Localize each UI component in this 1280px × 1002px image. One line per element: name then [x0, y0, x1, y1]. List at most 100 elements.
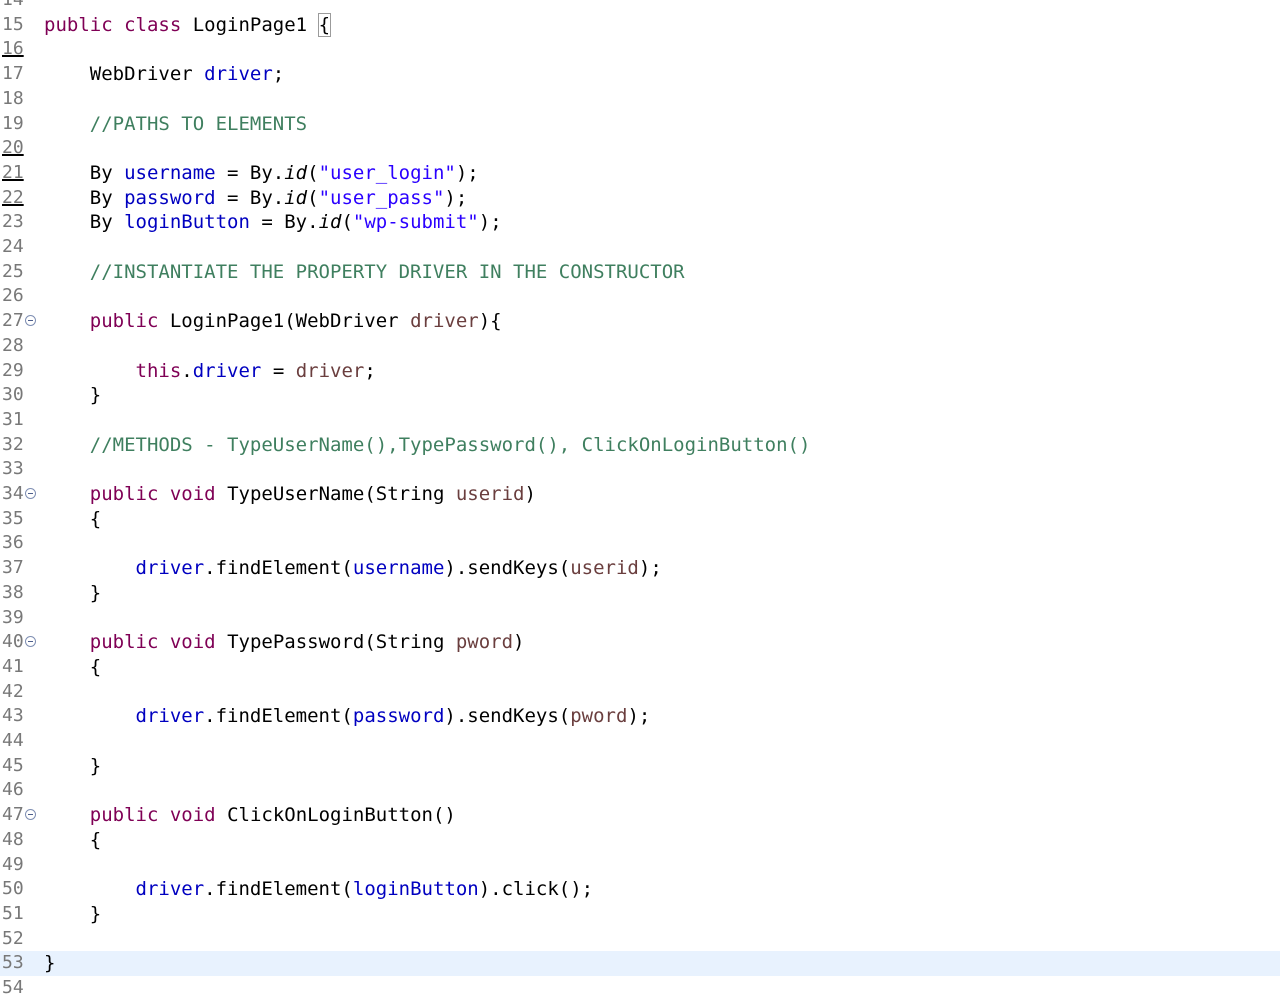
code-text: ){: [478, 310, 502, 333]
code-text: By password = By.id("user_pass");: [44, 186, 468, 211]
code-line[interactable]: 24: [0, 235, 1280, 260]
line-number: 15: [2, 13, 24, 35]
code-text: .findElement(: [204, 557, 353, 580]
code-text: {: [44, 655, 102, 678]
code-line[interactable]: 14: [0, 0, 1280, 13]
line-number: 32: [2, 433, 24, 455]
line-number: 24: [2, 236, 24, 257]
line-number: 21: [2, 161, 24, 183]
code-line[interactable]: 39: [0, 606, 1280, 631]
code-line[interactable]: 32 //METHODS - TypeUserName(),TypePasswo…: [0, 433, 1280, 458]
line-number: 40: [2, 631, 24, 653]
line-number: 22: [2, 186, 24, 208]
line-number: 37: [2, 557, 24, 579]
code-text: (: [341, 211, 353, 234]
code-line[interactable]: 38 }: [0, 581, 1280, 606]
line-number: 29: [2, 359, 24, 381]
code-line[interactable]: 20: [0, 136, 1280, 161]
collapse-fold-icon[interactable]: [25, 636, 36, 648]
code-line[interactable]: 37 driver.findElement(username).sendKeys…: [0, 556, 1280, 581]
code-line[interactable]: 42: [0, 680, 1280, 705]
code-text: public class LoginPage1 {: [44, 12, 332, 38]
code-text: = By.: [215, 161, 285, 184]
code-line[interactable]: 31: [0, 408, 1280, 433]
code-line[interactable]: 52: [0, 927, 1280, 952]
code-line[interactable]: 19 //PATHS TO ELEMENTS: [0, 112, 1280, 137]
code-text: driver.findElement(username).sendKeys(us…: [44, 556, 662, 581]
code-line[interactable]: 33: [0, 457, 1280, 482]
code-text: LoginPage1(WebDriver: [158, 310, 411, 333]
code-line[interactable]: 46: [0, 778, 1280, 803]
code-line[interactable]: 44: [0, 729, 1280, 754]
code-text: );: [638, 557, 662, 580]
code-line[interactable]: 25 //INSTANTIATE THE PROPERTY DRIVER IN …: [0, 260, 1280, 285]
collapse-fold-icon[interactable]: [25, 809, 36, 821]
line-number: 30: [2, 384, 24, 406]
line-number: 27: [2, 310, 24, 332]
code-text: );: [444, 186, 468, 209]
code-line[interactable]: 43 driver.findElement(password).sendKeys…: [0, 704, 1280, 729]
line-number: 35: [2, 507, 24, 529]
code-line[interactable]: 23 By loginButton = By.id("wp-submit");: [0, 210, 1280, 235]
code-line[interactable]: 27 public LoginPage1(WebDriver driver){: [0, 309, 1280, 334]
field-ref: username: [352, 557, 445, 580]
code-text: = By.: [215, 186, 285, 209]
comment: //PATHS TO ELEMENTS: [89, 112, 308, 135]
code-text: ClickOnLoginButton(): [215, 804, 456, 827]
code-text: (: [307, 186, 319, 209]
code-line[interactable]: 47 public void ClickOnLoginButton(): [0, 803, 1280, 828]
code-line[interactable]: 53}: [0, 951, 1280, 976]
keyword: public: [89, 631, 159, 654]
code-line[interactable]: 50 driver.findElement(loginButton).click…: [0, 877, 1280, 902]
code-text: By: [44, 211, 125, 234]
code-text: ): [524, 483, 536, 505]
code-line[interactable]: 45 }: [0, 754, 1280, 779]
field-ref: username: [124, 161, 216, 184]
line-number: 54: [2, 977, 24, 998]
code-line[interactable]: 48 {: [0, 828, 1280, 853]
line-number: 45: [2, 754, 24, 776]
keyword: void: [169, 804, 216, 827]
line-number: 18: [2, 87, 24, 109]
code-line[interactable]: 29 this.driver = driver;: [0, 359, 1280, 384]
comment: //INSTANTIATE THE PROPERTY DRIVER IN THE…: [89, 260, 685, 283]
line-number: 33: [2, 458, 24, 480]
string-literal: "user_login": [318, 161, 456, 184]
code-text: ;: [272, 63, 285, 86]
code-line[interactable]: 18: [0, 87, 1280, 112]
code-line[interactable]: 40 public void TypePassword(String pword…: [0, 630, 1280, 655]
keyword: this: [135, 359, 182, 382]
code-text: .findElement(: [204, 878, 353, 901]
code-line[interactable]: 28: [0, 334, 1280, 359]
code-line[interactable]: 54: [0, 976, 1280, 1001]
code-text: WebDriver: [44, 63, 205, 86]
code-line[interactable]: 34 public void TypeUserName(String useri…: [0, 482, 1280, 507]
code-line[interactable]: 36: [0, 531, 1280, 556]
parameter-ref: userid: [455, 483, 525, 505]
code-line[interactable]: 16: [0, 37, 1280, 62]
line-number: 49: [2, 853, 24, 875]
line-number: 46: [2, 779, 24, 801]
code-line[interactable]: 15 public class LoginPage1 {: [0, 12, 1280, 38]
code-line[interactable]: 17 WebDriver driver;: [0, 62, 1280, 87]
parameter-ref: driver: [410, 310, 479, 333]
code-line[interactable]: 30 }: [0, 383, 1280, 408]
code-line[interactable]: 26: [0, 284, 1280, 309]
code-line[interactable]: 41 {: [0, 655, 1280, 680]
line-number: 48: [2, 828, 24, 850]
code-line[interactable]: 35 {: [0, 507, 1280, 532]
code-line[interactable]: 22 By password = By.id("user_pass");: [0, 186, 1280, 211]
code-line[interactable]: 21 By username = By.id("user_login");: [0, 161, 1280, 186]
code-line[interactable]: 49: [0, 853, 1280, 878]
code-text: TypeUserName(String: [215, 483, 456, 505]
code-line[interactable]: 51 }: [0, 902, 1280, 927]
collapse-fold-icon[interactable]: [25, 488, 36, 499]
collapse-fold-icon[interactable]: [25, 315, 36, 327]
line-number: 19: [2, 112, 24, 134]
code-editor[interactable]: 1415 public class LoginPage1 {1617 WebDri…: [0, 0, 1280, 1002]
code-text: WebDriver driver;: [44, 62, 285, 87]
